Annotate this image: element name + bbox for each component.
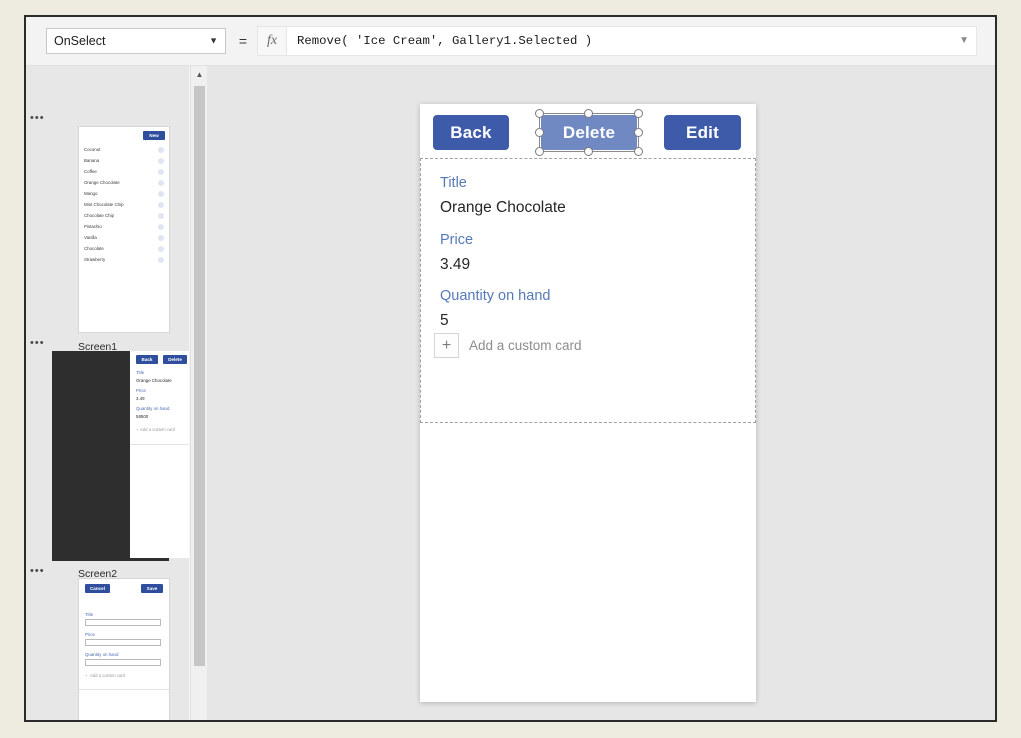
field-value-quantity: 5 xyxy=(440,312,449,329)
divider xyxy=(130,444,189,445)
mini-save-button: Save xyxy=(141,584,163,593)
detail-form[interactable]: Title Orange Chocolate Price 3.49 Quanti… xyxy=(420,158,756,423)
field-value-price: 3.49 xyxy=(440,256,471,273)
screens-panel: ••• New Coconut Banana Coffee Orange Cho… xyxy=(26,66,189,720)
mini-gallery-item: Strawberry xyxy=(84,257,106,262)
mini-delete-button: Delete xyxy=(163,355,187,364)
edit-button[interactable]: Edit xyxy=(664,115,741,150)
mini-gallery-item: Mango xyxy=(84,191,98,196)
chevron-right-icon xyxy=(158,191,164,197)
chevron-right-icon xyxy=(158,235,164,241)
resize-handle-bottom-right[interactable] xyxy=(634,147,643,156)
mini-price-input xyxy=(85,639,161,646)
resize-handle-top-center[interactable] xyxy=(584,109,593,118)
screen2-preview[interactable]: Back Delete Edit Title Orange Chocolate … xyxy=(130,351,189,558)
plus-icon: + xyxy=(85,673,88,678)
plus-icon: + xyxy=(434,333,459,358)
canvas-area: Back Delete Edit Title Orange Chocolate xyxy=(207,66,995,720)
chevron-right-icon xyxy=(158,224,164,230)
mini-field-label: Price xyxy=(136,388,147,393)
mini-quantity-input xyxy=(85,659,161,666)
back-button[interactable]: Back xyxy=(433,115,509,150)
mini-field-label: Price xyxy=(85,632,96,637)
scrollbar-thumb[interactable] xyxy=(194,86,205,666)
ellipsis-icon[interactable]: ••• xyxy=(30,566,48,577)
equals-label: = xyxy=(238,33,248,49)
chevron-right-icon xyxy=(158,246,164,252)
ellipsis-icon[interactable]: ••• xyxy=(30,338,48,349)
resize-handle-middle-right[interactable] xyxy=(634,127,643,137)
mini-field-value: 58500 xyxy=(136,414,149,419)
chevron-up-icon[interactable]: ▲ xyxy=(191,66,208,83)
mini-new-button: New xyxy=(143,131,165,140)
screen1-preview[interactable]: New Coconut Banana Coffee Orange Chocola… xyxy=(78,126,170,333)
mini-add-card-label: Add a custom card xyxy=(140,427,175,432)
chevron-right-icon xyxy=(158,257,164,263)
resize-handle-top-right[interactable] xyxy=(634,109,643,118)
add-custom-card-button[interactable]: + Add a custom card xyxy=(434,333,582,358)
property-select-wrapper: OnSelect ▼ xyxy=(46,28,226,54)
field-value-title: Orange Chocolate xyxy=(440,199,566,216)
mini-gallery-item: Chocolate xyxy=(84,246,104,251)
powerapps-studio-window: OnSelect ▼ = fx ▼ ••• New Coconut Banana… xyxy=(24,15,997,722)
screen3-preview[interactable]: Cancel Save Title Price Quantity on hand… xyxy=(78,578,170,720)
mini-gallery-item: Banana xyxy=(84,158,100,163)
mini-title-input xyxy=(85,619,161,626)
chevron-right-icon xyxy=(158,169,164,175)
mini-gallery-item: Orange Chocolate xyxy=(84,180,120,185)
mini-gallery-item: Vanilla xyxy=(84,235,97,240)
delete-button[interactable]: Delete xyxy=(541,115,637,150)
formula-input[interactable] xyxy=(287,26,977,56)
mini-field-label: Title xyxy=(136,370,145,375)
app-screen-canvas[interactable]: Back Delete Edit Title Orange Chocolate xyxy=(420,104,756,702)
mini-add-card-label: Add a custom card xyxy=(90,673,125,678)
mini-cancel-button: Cancel xyxy=(85,584,110,593)
screens-panel-scrollbar[interactable]: ▲ xyxy=(190,66,208,720)
resize-handle-top-left[interactable] xyxy=(535,109,544,118)
screen2-selected-frame: Back Delete Edit Title Orange Chocolate … xyxy=(52,351,189,561)
mini-field-label: Quantity on hand xyxy=(136,406,170,411)
ellipsis-icon[interactable]: ••• xyxy=(30,113,48,124)
mini-field-value: Orange Chocolate xyxy=(136,378,172,383)
chevron-right-icon xyxy=(158,180,164,186)
mini-field-label: Title xyxy=(85,612,94,617)
chevron-right-icon xyxy=(158,213,164,219)
fx-icon: fx xyxy=(257,26,287,56)
add-custom-card-label: Add a custom card xyxy=(469,338,582,353)
field-label-title: Title xyxy=(440,175,467,191)
mini-field-value: 3.49 xyxy=(136,396,145,401)
field-label-quantity: Quantity on hand xyxy=(440,288,551,304)
mini-gallery-item: Pistachio xyxy=(84,224,102,229)
button-row: Back Delete Edit xyxy=(420,104,756,161)
formula-bar: OnSelect ▼ = fx ▼ xyxy=(26,17,995,66)
resize-handle-middle-left[interactable] xyxy=(535,127,544,137)
chevron-right-icon xyxy=(158,158,164,164)
chevron-down-icon[interactable]: ▼ xyxy=(959,36,969,46)
resize-handle-bottom-left[interactable] xyxy=(535,147,544,156)
mini-gallery-item: Coffee xyxy=(84,169,97,174)
mini-gallery-item: Coconut xyxy=(84,147,101,152)
mini-back-button: Back xyxy=(136,355,158,364)
property-dropdown[interactable]: OnSelect xyxy=(46,28,226,54)
mini-gallery-item: Mint Chocolate Chip xyxy=(84,202,124,207)
chevron-right-icon xyxy=(158,202,164,208)
divider xyxy=(79,689,169,690)
chevron-right-icon xyxy=(158,147,164,153)
field-label-price: Price xyxy=(440,232,474,248)
mini-field-label: Quantity on hand xyxy=(85,652,119,657)
mini-gallery-item: Chocolate Chip xyxy=(84,213,115,218)
resize-handle-bottom-center[interactable] xyxy=(584,147,593,156)
plus-icon: + xyxy=(136,427,139,432)
